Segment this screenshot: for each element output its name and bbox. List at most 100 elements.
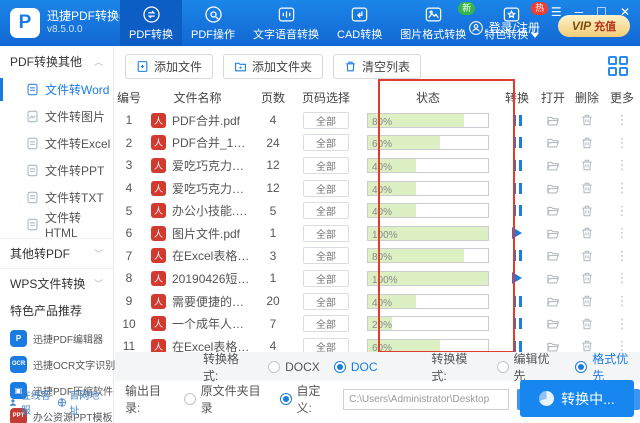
format-option-doc[interactable]: DOC: [333, 360, 377, 374]
page-select-button[interactable]: 全部: [303, 179, 349, 197]
delete-icon[interactable]: [580, 113, 594, 127]
more-options-icon[interactable]: ⋮: [616, 270, 629, 286]
tab-cad-convert[interactable]: CAD转换: [328, 0, 391, 46]
delete-icon[interactable]: [580, 249, 594, 263]
more-options-icon[interactable]: ⋮: [616, 112, 629, 128]
mode-option-format-priority[interactable]: 格式优先: [575, 350, 640, 384]
vip-recharge-button[interactable]: VIP 充值: [558, 15, 630, 37]
open-folder-icon[interactable]: [546, 113, 561, 128]
pause-convert-button[interactable]: [512, 159, 522, 171]
radio-format-priority[interactable]: [575, 360, 588, 373]
table-row: 2 人 PDF合并_1799.pdf 24 全部 60% ⋮: [115, 132, 640, 155]
page-select-button[interactable]: 全部: [303, 224, 349, 242]
delete-icon[interactable]: [580, 294, 594, 308]
sidebar-item-file-to-excel[interactable]: 文件转Excel: [0, 130, 113, 157]
open-folder-icon[interactable]: [546, 158, 561, 173]
open-folder-icon[interactable]: [546, 248, 561, 263]
sidebar-item-file-to-ppt[interactable]: 文件转PPT: [0, 157, 113, 184]
tab-image-format-convert[interactable]: 新 图片格式转换: [391, 0, 476, 46]
pause-convert-button[interactable]: [512, 114, 522, 126]
sidebar-item-file-to-image[interactable]: 文件转图片: [0, 103, 113, 130]
login-register-button[interactable]: 登录/注册: [468, 19, 540, 36]
more-options-icon[interactable]: ⋮: [616, 225, 629, 241]
add-file-button[interactable]: 添加文件: [125, 54, 214, 79]
sidebar-item-file-to-word[interactable]: 文件转Word: [0, 76, 113, 103]
sidebar-section-other-to-pdf[interactable]: 其他转PDF ﹀: [0, 238, 113, 268]
page-select-button[interactable]: 全部: [303, 315, 349, 333]
open-folder-icon[interactable]: [546, 203, 561, 218]
radio-edit-priority[interactable]: [496, 360, 509, 373]
online-support-link[interactable]: 在线客服: [8, 387, 57, 417]
product-ocr[interactable]: OCR 迅捷OCR文字识别软件: [0, 351, 135, 377]
product-pdf-editor[interactable]: P 迅捷PDF编辑器: [0, 325, 113, 351]
page-select-button[interactable]: 全部: [303, 247, 349, 265]
output-dir-label: 输出目录:: [125, 384, 162, 415]
option-label: DOCX: [285, 359, 320, 374]
view-grid-icon[interactable]: [608, 56, 628, 76]
more-options-icon[interactable]: ⋮: [616, 203, 629, 219]
more-options-icon[interactable]: ⋮: [616, 248, 629, 264]
more-options-icon[interactable]: ⋮: [616, 180, 629, 196]
resume-convert-button[interactable]: [512, 272, 522, 285]
radio-doc[interactable]: [333, 360, 346, 373]
more-options-icon[interactable]: ⋮: [616, 157, 629, 173]
open-folder-icon[interactable]: [546, 135, 561, 150]
pdf-file-icon: 人: [151, 112, 166, 128]
button-label: 添加文件夹: [252, 60, 313, 74]
radio-custom-dir[interactable]: [279, 393, 292, 405]
output-path-input[interactable]: [343, 388, 510, 410]
sidebar-item-label: 文件转图片: [45, 110, 106, 124]
add-folder-button[interactable]: 添加文件夹: [223, 54, 324, 79]
radio-docx[interactable]: [268, 360, 281, 373]
file-name: PDF合并_1799.pdf: [172, 136, 252, 151]
delete-icon[interactable]: [580, 271, 594, 285]
resume-convert-button[interactable]: [512, 227, 522, 240]
pause-convert-button[interactable]: [512, 318, 522, 330]
delete-icon[interactable]: [580, 226, 594, 240]
mode-option-edit-priority[interactable]: 编辑优先: [496, 350, 562, 384]
delete-icon[interactable]: [580, 158, 594, 172]
progress-bar: 100%: [367, 270, 489, 286]
delete-icon[interactable]: [580, 317, 594, 331]
more-options-icon[interactable]: ⋮: [616, 293, 629, 309]
pause-convert-button[interactable]: [512, 205, 522, 217]
header-page-select: 页码选择: [301, 90, 350, 105]
button-label: 清空列表: [362, 60, 411, 74]
delete-icon[interactable]: [580, 181, 594, 195]
page-select-button[interactable]: 全部: [303, 292, 349, 310]
format-option-docx[interactable]: DOCX: [268, 360, 320, 374]
sidebar-item-file-to-txt[interactable]: 文件转TXT: [0, 184, 113, 211]
page-select-button[interactable]: 全部: [303, 269, 349, 287]
delete-icon[interactable]: [580, 204, 594, 218]
more-options-icon[interactable]: ⋮: [616, 316, 629, 332]
official-site-link[interactable]: 官网地址: [57, 387, 106, 417]
pause-convert-button[interactable]: [512, 295, 522, 307]
pause-convert-button[interactable]: [512, 137, 522, 149]
pause-convert-button[interactable]: [512, 250, 522, 262]
open-folder-icon[interactable]: [546, 181, 561, 196]
delete-icon[interactable]: [580, 136, 594, 150]
open-folder-icon[interactable]: [546, 294, 561, 309]
converting-button[interactable]: 转换中...: [520, 380, 634, 417]
clear-list-button[interactable]: 清空列表: [333, 54, 422, 79]
option-label: 原文件夹目录: [200, 384, 261, 415]
sidebar-section-pdf-convert-other[interactable]: PDF转换其他 ︿: [0, 46, 113, 76]
menu-icon[interactable]: ☰: [551, 6, 562, 18]
more-options-icon[interactable]: ⋮: [616, 135, 629, 151]
page-select-button[interactable]: 全部: [303, 134, 349, 152]
tab-text-speech-convert[interactable]: 文字语音转换: [244, 0, 328, 46]
tab-pdf-convert[interactable]: PDF转换: [120, 0, 182, 46]
page-select-button[interactable]: 全部: [303, 111, 349, 129]
page-select-button[interactable]: 全部: [303, 202, 349, 220]
pause-convert-button[interactable]: [512, 182, 522, 194]
radio-source-folder[interactable]: [183, 393, 196, 405]
output-option-custom[interactable]: 自定义:: [279, 382, 336, 416]
sidebar-item-file-to-html[interactable]: 文件转HTML: [0, 211, 113, 240]
page-select-button[interactable]: 全部: [303, 156, 349, 174]
open-folder-icon[interactable]: [546, 271, 561, 286]
open-folder-icon[interactable]: [546, 226, 561, 241]
table-row: 7 人 在Excel表格中怎样给数据... 3 全部 80% ⋮: [115, 245, 640, 268]
tab-pdf-operate[interactable]: PDF操作: [182, 0, 244, 46]
open-folder-icon[interactable]: [546, 316, 561, 331]
output-option-source-folder[interactable]: 原文件夹目录: [183, 382, 272, 416]
